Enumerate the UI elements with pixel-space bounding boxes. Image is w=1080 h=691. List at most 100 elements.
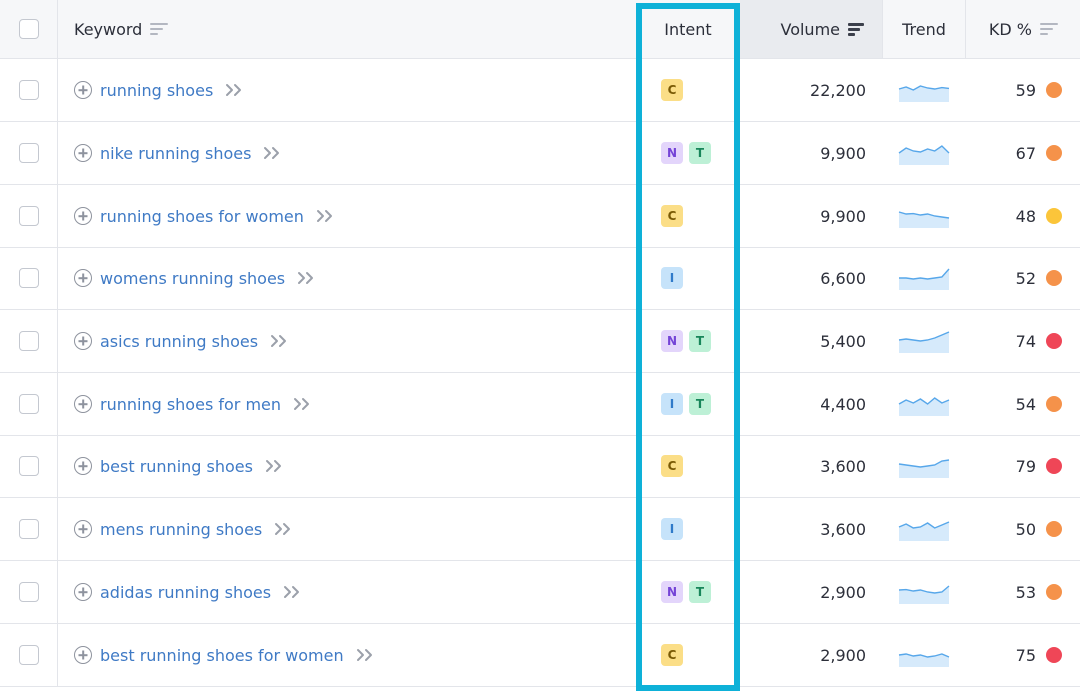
header-kd[interactable]: KD %	[966, 0, 1080, 58]
keyword-cell: running shoes for women	[58, 185, 636, 247]
row-checkbox[interactable]	[18, 331, 39, 351]
row-checkbox[interactable]	[18, 394, 39, 414]
table-row: asics running shoes NT 5,400 74	[0, 310, 1080, 373]
header-volume[interactable]: Volume	[740, 0, 882, 58]
row-checkbox[interactable]	[18, 582, 39, 602]
intent-badge: C	[661, 455, 683, 477]
table-row: mens running shoes I 3,600 50	[0, 498, 1080, 561]
double-chevron-right-icon[interactable]	[265, 459, 285, 473]
trend-sparkline	[898, 397, 950, 416]
double-chevron-right-icon[interactable]	[356, 648, 376, 662]
add-circle-icon[interactable]	[74, 269, 92, 287]
kd-value: 53	[1015, 582, 1036, 602]
kd-cell: 67	[966, 122, 1080, 184]
row-checkbox-cell	[0, 624, 58, 686]
trend-sparkline	[898, 331, 950, 353]
add-circle-icon[interactable]	[74, 583, 92, 601]
intent-badge: N	[661, 330, 683, 352]
add-circle-icon[interactable]	[74, 144, 92, 162]
trend-cell	[882, 498, 966, 560]
sort-icon[interactable]	[1040, 22, 1058, 36]
table-row: best running shoes C 3,600 79	[0, 435, 1080, 498]
add-circle-icon[interactable]	[74, 520, 92, 538]
double-chevron-right-icon[interactable]	[283, 585, 303, 599]
keyword-link[interactable]: nike running shoes	[100, 144, 251, 163]
row-checkbox[interactable]	[18, 268, 39, 288]
keyword-link[interactable]: asics running shoes	[100, 332, 258, 351]
table-row: running shoes C 22,200 59	[0, 59, 1080, 122]
kd-cell: 48	[966, 185, 1080, 247]
select-all-checkbox[interactable]	[18, 19, 39, 39]
double-chevron-right-icon[interactable]	[270, 334, 290, 348]
kd-difficulty-dot	[1046, 584, 1062, 600]
add-circle-icon[interactable]	[74, 207, 92, 225]
trend-sparkline	[898, 145, 950, 165]
intent-badge: I	[661, 518, 683, 540]
add-circle-icon[interactable]	[74, 457, 92, 475]
keyword-cell: running shoes for men	[58, 373, 636, 435]
keyword-link[interactable]: adidas running shoes	[100, 583, 271, 602]
volume-value: 3,600	[820, 519, 866, 539]
keyword-link[interactable]: best running shoes	[100, 457, 253, 476]
intent-cell: C	[636, 185, 740, 247]
add-circle-icon[interactable]	[74, 332, 92, 350]
volume-cell: 5,400	[740, 310, 882, 372]
kd-cell: 53	[966, 561, 1080, 623]
volume-value: 22,200	[810, 80, 866, 100]
trend-sparkline	[898, 85, 950, 102]
add-circle-icon[interactable]	[74, 81, 92, 99]
header-trend-label: Trend	[902, 19, 946, 39]
volume-value: 3,600	[820, 456, 866, 476]
volume-cell: 3,600	[740, 435, 882, 497]
intent-badge: N	[661, 581, 683, 603]
header-keyword[interactable]: Keyword	[58, 0, 636, 58]
trend-cell	[882, 247, 966, 309]
keyword-link[interactable]: womens running shoes	[100, 269, 285, 288]
double-chevron-right-icon[interactable]	[263, 146, 283, 160]
keyword-link[interactable]: running shoes for men	[100, 395, 281, 414]
row-checkbox[interactable]	[18, 143, 39, 163]
kd-difficulty-dot	[1046, 270, 1062, 286]
keyword-link[interactable]: mens running shoes	[100, 520, 262, 539]
volume-cell: 4,400	[740, 373, 882, 435]
kd-cell: 75	[966, 624, 1080, 686]
row-checkbox[interactable]	[18, 645, 39, 665]
row-checkbox[interactable]	[18, 456, 39, 476]
double-chevron-right-icon[interactable]	[274, 522, 294, 536]
keyword-cell: nike running shoes	[58, 122, 636, 184]
double-chevron-right-icon[interactable]	[297, 271, 317, 285]
intent-cell: C	[636, 59, 740, 121]
intent-badge: C	[661, 205, 683, 227]
kd-difficulty-dot	[1046, 458, 1062, 474]
kd-cell: 54	[966, 373, 1080, 435]
row-checkbox[interactable]	[18, 206, 39, 226]
keyword-link[interactable]: best running shoes for women	[100, 646, 344, 665]
keyword-cell: best running shoes for women	[58, 624, 636, 686]
trend-area	[899, 460, 949, 478]
double-chevron-right-icon[interactable]	[316, 209, 336, 223]
sort-active-icon[interactable]	[848, 22, 866, 36]
table-row: best running shoes for women C 2,900 75	[0, 624, 1080, 687]
row-checkbox[interactable]	[18, 80, 39, 100]
kd-value: 54	[1015, 394, 1036, 414]
intent-cell: NT	[636, 122, 740, 184]
sort-icon[interactable]	[150, 22, 169, 36]
trend-cell	[882, 624, 966, 686]
keyword-link[interactable]: running shoes	[100, 81, 213, 100]
kd-cell: 59	[966, 59, 1080, 121]
keyword-link[interactable]: running shoes for women	[100, 207, 304, 226]
table-row: womens running shoes I 6,600 52	[0, 247, 1080, 310]
double-chevron-right-icon[interactable]	[225, 83, 245, 97]
row-checkbox[interactable]	[18, 519, 39, 539]
kd-difficulty-dot	[1046, 208, 1062, 224]
volume-value: 5,400	[820, 331, 866, 351]
intent-badge: I	[661, 267, 683, 289]
table-row: adidas running shoes NT 2,900 53	[0, 561, 1080, 624]
keyword-cell: running shoes	[58, 59, 636, 121]
kd-difficulty-dot	[1046, 82, 1062, 98]
add-circle-icon[interactable]	[74, 395, 92, 413]
add-circle-icon[interactable]	[74, 646, 92, 664]
double-chevron-right-icon[interactable]	[293, 397, 313, 411]
trend-sparkline	[898, 211, 950, 228]
keyword-table: Keyword Intent Volume Trend KD % running…	[0, 0, 1080, 691]
